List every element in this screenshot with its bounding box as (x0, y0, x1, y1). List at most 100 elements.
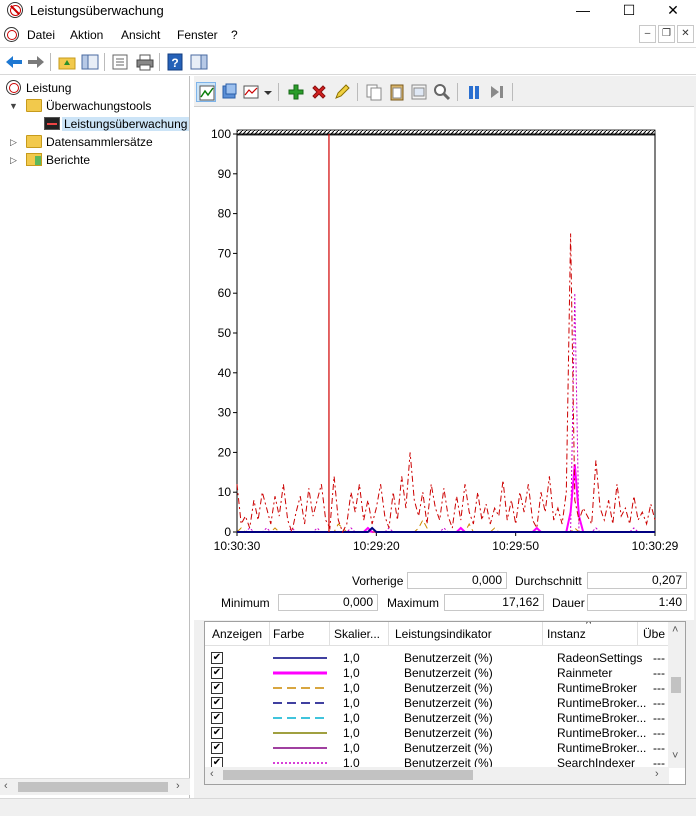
menu-help[interactable]: ? (231, 28, 238, 42)
show-checkbox[interactable]: ✔ (211, 652, 223, 664)
show-checkbox[interactable]: ✔ (211, 742, 223, 754)
column-divider[interactable] (542, 622, 543, 646)
instance-cell: RuntimeBroker... (557, 726, 647, 740)
close-button[interactable]: ✕ (650, 0, 696, 22)
menu-aktion[interactable]: Aktion (70, 28, 103, 42)
performance-chart[interactable]: 0 10 20 30 40 50 60 70 80 90 100 10:30:30 10:29:20 10… (194, 107, 694, 621)
back-arrow-icon[interactable] (4, 52, 24, 72)
line-color-swatch (273, 671, 327, 675)
line-color-swatch (273, 687, 327, 689)
column-divider[interactable] (269, 622, 270, 646)
column-header-anzeigen[interactable]: Anzeigen (212, 627, 268, 641)
column-divider[interactable] (329, 622, 330, 646)
maximize-button[interactable]: ☐ (606, 0, 652, 22)
scroll-up-arrow[interactable]: ˄ (672, 624, 678, 636)
freeze-display-icon[interactable] (464, 82, 484, 102)
show-checkbox[interactable]: ✔ (211, 697, 223, 709)
legend-row[interactable]: ✔ 1,0 Benutzerzeit (%) RuntimeBroker --- (205, 681, 669, 696)
x-tick-label: 10:29:50 (492, 539, 539, 553)
line-color-swatch (273, 702, 327, 704)
chevron-right-icon[interactable]: ▷ (10, 155, 17, 166)
navigation-tree: Leistung ▼ Überwachungstools Leistungsüb… (0, 76, 190, 798)
counter-cell: Benutzerzeit (%) (404, 651, 493, 665)
mdi-close-button[interactable]: ✕ (677, 25, 694, 43)
scroll-right-arrow[interactable]: › (176, 780, 180, 792)
mdi-restore-button[interactable]: ❐ (658, 25, 675, 43)
menu-ansicht[interactable]: Ansicht (121, 28, 160, 42)
scrollbar-thumb[interactable] (671, 677, 681, 693)
legend-vertical-scrollbar[interactable]: ˄ ˅ (668, 622, 685, 768)
scroll-left-arrow[interactable]: ‹ (210, 768, 214, 780)
show-checkbox[interactable]: ✔ (211, 682, 223, 694)
forward-arrow-icon[interactable] (26, 52, 46, 72)
title-bar: Leistungsüberwachung — ☐ ✕ (0, 0, 696, 22)
highlight-icon[interactable] (332, 82, 352, 102)
add-counter-icon[interactable] (286, 82, 306, 102)
scroll-down-arrow[interactable]: ˅ (672, 750, 678, 762)
chevron-right-icon[interactable]: ▷ (10, 137, 17, 148)
legend-row[interactable]: ✔ 1,0 Benutzerzeit (%) RuntimeBroker... --- (205, 741, 669, 756)
x-tick-label: 10:30:29 (632, 539, 679, 553)
status-bar (0, 798, 696, 816)
show-checkbox[interactable]: ✔ (211, 712, 223, 724)
scrollbar-thumb[interactable] (18, 782, 168, 792)
properties-icon[interactable] (110, 52, 130, 72)
performance-monitor-icon (44, 117, 60, 130)
y-tick-label: 90 (218, 167, 232, 181)
legend-row[interactable]: ✔ 1,0 Benutzerzeit (%) RuntimeBroker... --- (205, 711, 669, 726)
legend-row[interactable]: ✔ 1,0 Benutzerzeit (%) RuntimeBroker... --- (205, 696, 669, 711)
line-color-swatch (273, 732, 327, 734)
minimize-button[interactable]: — (560, 0, 606, 22)
update-data-icon[interactable] (487, 82, 507, 102)
previous-value: 0,000 (407, 572, 507, 589)
view-current-activity-icon[interactable] (196, 82, 216, 102)
scale-cell: 1,0 (343, 696, 360, 710)
graph-toolbar (194, 78, 696, 106)
column-header-leistungsindikator[interactable]: Leistungsindikator (395, 627, 540, 641)
system-menu-icon[interactable] (4, 27, 19, 42)
change-graph-type-icon[interactable] (242, 82, 262, 102)
performance-monitor-pane: 0 10 20 30 40 50 60 70 80 90 100 10:30:30 10:29:20 10… (194, 76, 696, 798)
counter-cell: Benutzerzeit (%) (404, 711, 493, 725)
show-hide-tree-icon[interactable] (80, 52, 100, 72)
toolbar-separator (104, 53, 105, 71)
zoom-icon[interactable] (432, 82, 452, 102)
show-checkbox[interactable]: ✔ (211, 727, 223, 739)
help-icon[interactable]: ? (165, 52, 185, 72)
folder-up-icon[interactable] (57, 52, 77, 72)
column-divider[interactable] (637, 622, 638, 646)
paste-counter-list-icon[interactable] (387, 82, 407, 102)
sort-ascending-icon: ^ (586, 621, 592, 630)
counter-cell: Benutzerzeit (%) (404, 696, 493, 710)
print-icon[interactable] (135, 52, 155, 72)
menu-datei[interactable]: Datei (27, 28, 55, 42)
copy-properties-icon[interactable] (364, 82, 384, 102)
tree-horizontal-scrollbar[interactable]: ‹ › (0, 778, 190, 795)
hatched-band (236, 129, 656, 136)
legend-row[interactable]: ✔ 1,0 Benutzerzeit (%) RadeonSettings --- (205, 651, 669, 666)
show-hide-action-pane-icon[interactable] (189, 52, 209, 72)
view-log-data-icon[interactable] (219, 82, 239, 102)
y-tick-label: 80 (218, 207, 232, 221)
legend-row[interactable]: ✔ 1,0 Benutzerzeit (%) RuntimeBroker... --- (205, 726, 669, 741)
column-divider[interactable] (388, 622, 389, 646)
scrollbar-thumb[interactable] (223, 770, 473, 780)
line-graph[interactable]: 0 10 20 30 40 50 60 70 80 90 100 10:30:30 10:29:20 10… (194, 106, 694, 620)
chevron-down-icon[interactable]: ▼ (9, 101, 18, 111)
counter-cell: Benutzerzeit (%) (404, 666, 493, 680)
window-title: Leistungsüberwachung (30, 3, 164, 18)
show-checkbox[interactable]: ✔ (211, 667, 223, 679)
mdi-minimize-button[interactable]: – (639, 25, 656, 43)
column-header-uebergeordnet[interactable]: Übe (643, 627, 669, 641)
counter-cell: Benutzerzeit (%) (404, 726, 493, 740)
menu-fenster[interactable]: Fenster (177, 28, 218, 42)
scroll-right-arrow[interactable]: › (655, 768, 659, 780)
chevron-down-icon[interactable] (262, 82, 282, 102)
column-header-skalierung[interactable]: Skalier... (334, 627, 386, 641)
legend-row[interactable]: ✔ 1,0 Benutzerzeit (%) Rainmeter --- (205, 666, 669, 681)
delete-counter-icon[interactable] (309, 82, 329, 102)
scroll-left-arrow[interactable]: ‹ (4, 780, 8, 792)
legend-horizontal-scrollbar[interactable]: ‹ › (205, 767, 669, 784)
properties-icon[interactable] (409, 82, 429, 102)
column-header-farbe[interactable]: Farbe (273, 627, 328, 641)
